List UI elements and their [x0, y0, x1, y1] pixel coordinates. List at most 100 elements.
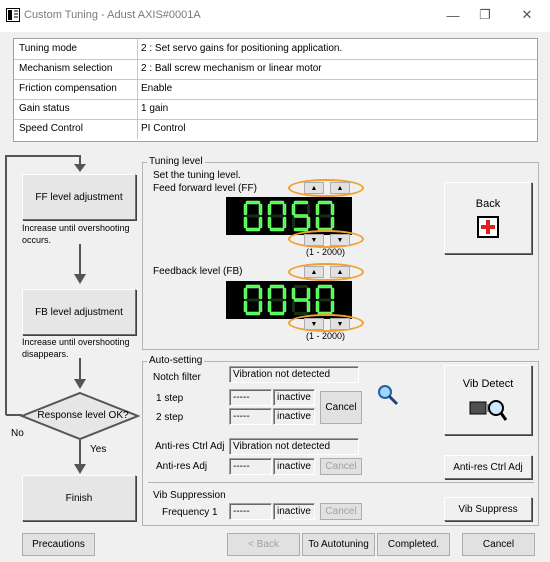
- segment: [330, 287, 335, 300]
- segment: [291, 287, 296, 300]
- close-button[interactable]: ✕: [512, 4, 542, 26]
- info-value: 1 gain: [137, 99, 168, 119]
- segment: [330, 300, 335, 313]
- segment: [269, 227, 285, 232]
- notch-filter-label: Notch filter: [153, 372, 201, 383]
- divider: [148, 482, 534, 483]
- ff-level-adjustment-box[interactable]: FF level adjustment: [22, 174, 136, 220]
- digit: [267, 284, 287, 316]
- segment: [307, 204, 310, 215]
- segment: [243, 216, 248, 229]
- info-label: Tuning mode: [19, 43, 77, 54]
- antires-cancel-button[interactable]: Cancel: [320, 458, 362, 475]
- finish-box[interactable]: Finish: [22, 475, 136, 521]
- highlight-ellipse: [288, 179, 364, 197]
- back-nav-button[interactable]: < Back: [227, 533, 300, 556]
- vib-detect-button[interactable]: Vib Detect: [444, 365, 532, 435]
- digit: [291, 200, 311, 232]
- segment: [282, 287, 287, 300]
- segment: [269, 284, 285, 289]
- precautions-button[interactable]: Precautions: [22, 533, 95, 556]
- step1-label: 1 step: [156, 393, 184, 404]
- notch-cancel-button[interactable]: Cancel: [320, 391, 362, 424]
- segment: [258, 287, 263, 300]
- fb-down-coarse-button[interactable]: ▼: [304, 318, 324, 330]
- info-value: Enable: [137, 79, 172, 99]
- back-label: Back: [475, 198, 501, 210]
- segment: [243, 300, 248, 313]
- segment: [243, 287, 248, 300]
- auto-setting-title: Auto-setting: [147, 355, 205, 366]
- info-value: PI Control: [137, 119, 185, 139]
- segment: [315, 203, 320, 216]
- restore-button[interactable]: ❐: [470, 4, 500, 26]
- fb-note: Increase until overshooting disappears.: [22, 337, 130, 359]
- segment: [245, 284, 261, 289]
- vibration-detect-icon: [469, 400, 508, 421]
- segment: [315, 287, 320, 300]
- segment: [306, 300, 311, 313]
- ff-range: (1 - 2000): [306, 247, 346, 257]
- step2-value-field: -----: [229, 408, 272, 425]
- ff-up-coarse-button[interactable]: ▲: [304, 182, 324, 194]
- digit: [243, 200, 263, 232]
- segment: [315, 300, 320, 313]
- highlight-ellipse: [288, 314, 364, 332]
- segment: [267, 300, 272, 313]
- segment: [245, 200, 261, 205]
- tuning-instruction: Set the tuning level.: [153, 170, 241, 181]
- info-row: Mechanism selection 2 : Ball screw mecha…: [14, 59, 537, 80]
- fb-up-fine-button[interactable]: ▲: [330, 266, 350, 278]
- segment: [267, 203, 272, 216]
- segment: [258, 300, 263, 313]
- info-label: Mechanism selection: [19, 63, 113, 74]
- digit: [243, 284, 263, 316]
- segment: [258, 216, 263, 229]
- no-label: No: [11, 428, 24, 439]
- ff-up-fine-button[interactable]: ▲: [330, 182, 350, 194]
- segment: [306, 216, 311, 229]
- info-value: 2 : Set servo gains for positioning appl…: [137, 39, 342, 59]
- completed-button[interactable]: Completed.: [377, 533, 450, 556]
- vib-suppress-button[interactable]: Vib Suppress: [444, 497, 532, 521]
- minimize-button[interactable]: —: [438, 4, 468, 26]
- segment: [291, 203, 296, 216]
- digit: [291, 285, 311, 315]
- settings-summary-table: Tuning mode 2 : Set servo gains for posi…: [13, 38, 538, 142]
- segment: [270, 298, 284, 302]
- to-autotuning-button[interactable]: To Autotuning: [302, 533, 375, 556]
- digit: [315, 284, 335, 316]
- window-title: Custom Tuning - Adust AXIS#0001A: [24, 9, 201, 21]
- segment: [258, 203, 263, 216]
- segment: [245, 227, 261, 232]
- fb-down-fine-button[interactable]: ▼: [330, 318, 350, 330]
- segment: [282, 203, 287, 216]
- frequency1-label: Frequency 1: [162, 507, 218, 518]
- fb-level-adjustment-box[interactable]: FB level adjustment: [22, 289, 136, 335]
- step2-state-field: inactive: [273, 408, 315, 425]
- info-row: Friction compensation Enable: [14, 79, 537, 100]
- freq1-cancel-button[interactable]: Cancel: [320, 503, 362, 520]
- highlight-ellipse: [288, 263, 364, 281]
- ff-down-coarse-button[interactable]: ▼: [304, 234, 324, 246]
- magnifier-icon[interactable]: [376, 383, 400, 407]
- segment: [330, 216, 335, 229]
- segment: [292, 301, 295, 312]
- antires-value-field: -----: [229, 458, 272, 475]
- antires-ctrl-adj-button[interactable]: Anti-res Ctrl Adj: [444, 455, 532, 479]
- vib-suppression-label: Vib Suppression: [153, 490, 226, 501]
- fb-level-label: Feedback level (FB): [153, 266, 243, 277]
- tuning-level-title: Tuning level: [147, 156, 205, 167]
- fb-up-coarse-button[interactable]: ▲: [304, 266, 324, 278]
- segment: [315, 216, 320, 229]
- segment: [292, 217, 295, 228]
- cancel-button[interactable]: Cancel: [462, 533, 535, 556]
- back-button[interactable]: Back: [444, 182, 532, 254]
- freq1-state-field: inactive: [273, 503, 315, 520]
- segment: [269, 200, 285, 205]
- info-value: 2 : Ball screw mechanism or linear motor: [137, 59, 322, 79]
- ff-down-fine-button[interactable]: ▼: [330, 234, 350, 246]
- segment: [293, 214, 309, 218]
- segment: [317, 200, 333, 205]
- segment: [246, 298, 260, 302]
